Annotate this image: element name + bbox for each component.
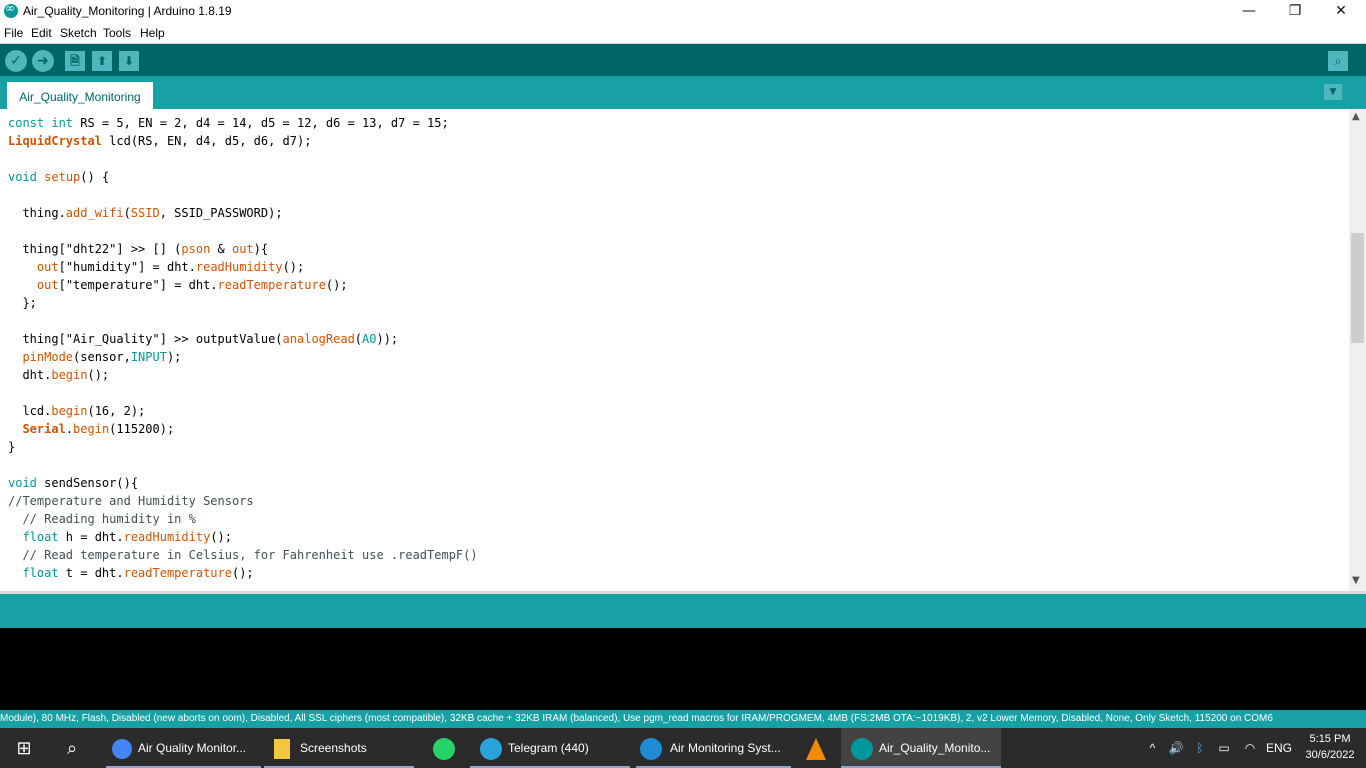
tab-menu-button[interactable]: ▼ (1324, 84, 1342, 100)
windows-taskbar: ⊞ ⌕ Air Quality Monitor... Screenshots T… (0, 728, 1366, 768)
code-line: float h = dht.readHumidity(); (22, 530, 232, 544)
save-sketch-button[interactable]: ⬇ (119, 51, 139, 71)
arrow-down-icon: ⬇ (123, 54, 135, 68)
code-line: pinMode(sensor,INPUT); (22, 350, 182, 364)
console-output (0, 628, 1366, 710)
taskbar-item-chrome[interactable]: Air Quality Monitor... (106, 728, 261, 768)
battery-icon[interactable]: ▭ (1214, 728, 1234, 768)
arrow-up-icon: ⬆ (96, 54, 108, 68)
language-indicator[interactable]: ENG (1266, 728, 1292, 768)
code-line: out["humidity"] = dht.readHumidity(); (36, 260, 305, 274)
clock-date: 30/6/2022 (1305, 749, 1355, 761)
chevron-up-icon[interactable]: ^ (1145, 728, 1160, 768)
toolbar: ✓ ➜ 🗎 ⬆ ⬇ ⌕ (0, 44, 1366, 76)
code-line: // Reading humidity in % (8, 512, 196, 526)
chrome-icon (112, 738, 132, 759)
board-status-bar: Module), 80 MHz, Flash, Disabled (new ab… (0, 710, 1366, 728)
triangle-down-icon: ▼ (1329, 87, 1337, 97)
open-sketch-button[interactable]: ⬆ (92, 51, 112, 71)
taskbar-item-telegram[interactable]: Telegram (440) (470, 728, 630, 768)
code-line: // Read temperature in Celsius, for Fahr… (8, 548, 478, 562)
windows-start-icon[interactable]: ⊞ (0, 728, 48, 768)
code-line: } (8, 440, 16, 454)
code-line: void setup() { (8, 170, 110, 184)
code-line: thing.add_wifi(SSID, SSID_PASSWORD); (8, 206, 283, 220)
code-line: dht.begin(); (8, 368, 110, 382)
new-file-icon: 🗎 (70, 54, 80, 68)
title-bar: Air_Quality_Monitoring | Arduino 1.8.19 … (0, 0, 1366, 23)
code-line: void sendSensor(){ (8, 476, 139, 490)
menu-file[interactable]: File (4, 26, 23, 40)
verify-button[interactable]: ✓ (5, 50, 27, 72)
console-header (0, 594, 1366, 628)
speaker-icon[interactable]: 🔊 (1166, 728, 1186, 768)
code-line: out["temperature"] = dht.readTemperature… (36, 278, 348, 292)
taskbar-item-arduino[interactable]: Air_Quality_Monito... (841, 728, 1001, 768)
code-line: thing["Air_Quality"] >> outputValue(anal… (8, 332, 399, 346)
check-icon: ✓ (10, 53, 22, 69)
bluetooth-icon[interactable]: ᛒ (1192, 728, 1208, 768)
tab-air-quality-monitoring[interactable]: Air_Quality_Monitoring (7, 82, 153, 109)
code-line: //Temperature and Humidity Sensors (8, 494, 254, 508)
new-sketch-button[interactable]: 🗎 (65, 51, 85, 71)
telegram-icon (480, 737, 502, 760)
clock-time: 5:15 PM (1309, 733, 1351, 745)
code-line: LiquidCrystal lcd(RS, EN, d4, d5, d6, d7… (8, 134, 312, 148)
menu-help[interactable]: Help (140, 26, 165, 40)
wifi-icon[interactable]: ◠ (1240, 728, 1260, 768)
taskbar-item-edge[interactable]: Air Monitoring Syst... (636, 728, 791, 768)
arrow-right-icon: ➜ (37, 53, 49, 69)
clock[interactable]: 5:15 PM 30/6/2022 (1300, 731, 1360, 763)
upload-button[interactable]: ➜ (32, 50, 54, 72)
menu-edit[interactable]: Edit (31, 26, 52, 40)
code-line: const int RS = 5, EN = 2, d4 = 14, d5 = … (8, 116, 449, 130)
minimize-button[interactable]: — (1226, 0, 1272, 23)
code-line: Serial.begin(115200); (22, 422, 175, 436)
arduino-icon (4, 1, 18, 18)
edge-icon (640, 737, 662, 760)
window-title: Air_Quality_Monitoring | Arduino 1.8.19 (23, 4, 232, 18)
scroll-up-icon[interactable]: ▲ (1352, 111, 1360, 122)
taskbar-item-vlc[interactable] (795, 728, 837, 768)
magnifier-icon: ⌕ (1334, 54, 1342, 68)
code-line: }; (8, 296, 37, 310)
scroll-down-icon[interactable]: ▼ (1352, 575, 1360, 586)
search-icon[interactable]: ⌕ (48, 728, 96, 768)
menu-tools[interactable]: Tools (103, 26, 131, 40)
taskbar-item-screenshots[interactable]: Screenshots (264, 728, 414, 768)
serial-monitor-button[interactable]: ⌕ (1328, 51, 1348, 71)
folder-icon (274, 738, 290, 759)
editor-scrollbar[interactable]: ▲ ▼ (1349, 109, 1366, 591)
code-editor[interactable]: const int RS = 5, EN = 2, d4 = 14, d5 = … (0, 109, 1349, 591)
menu-bar: File Edit Sketch Tools Help (0, 23, 1366, 44)
close-button[interactable]: ✕ (1318, 0, 1364, 23)
code-line: thing["dht22"] >> [] (pson & out){ (8, 242, 269, 256)
restore-button[interactable]: ❐ (1272, 0, 1318, 23)
code-line: float t = dht.readTemperature(); (22, 566, 254, 580)
scroll-thumb[interactable] (1351, 233, 1364, 343)
code-line: lcd.begin(16, 2); (8, 404, 146, 418)
taskbar-item-whatsapp[interactable] (420, 728, 468, 768)
whatsapp-icon (433, 737, 455, 760)
tab-bar: Air_Quality_Monitoring ▼ (0, 76, 1366, 109)
vlc-cone-icon (806, 737, 826, 760)
menu-sketch[interactable]: Sketch (60, 26, 97, 40)
arduino-taskbar-icon (851, 737, 873, 760)
